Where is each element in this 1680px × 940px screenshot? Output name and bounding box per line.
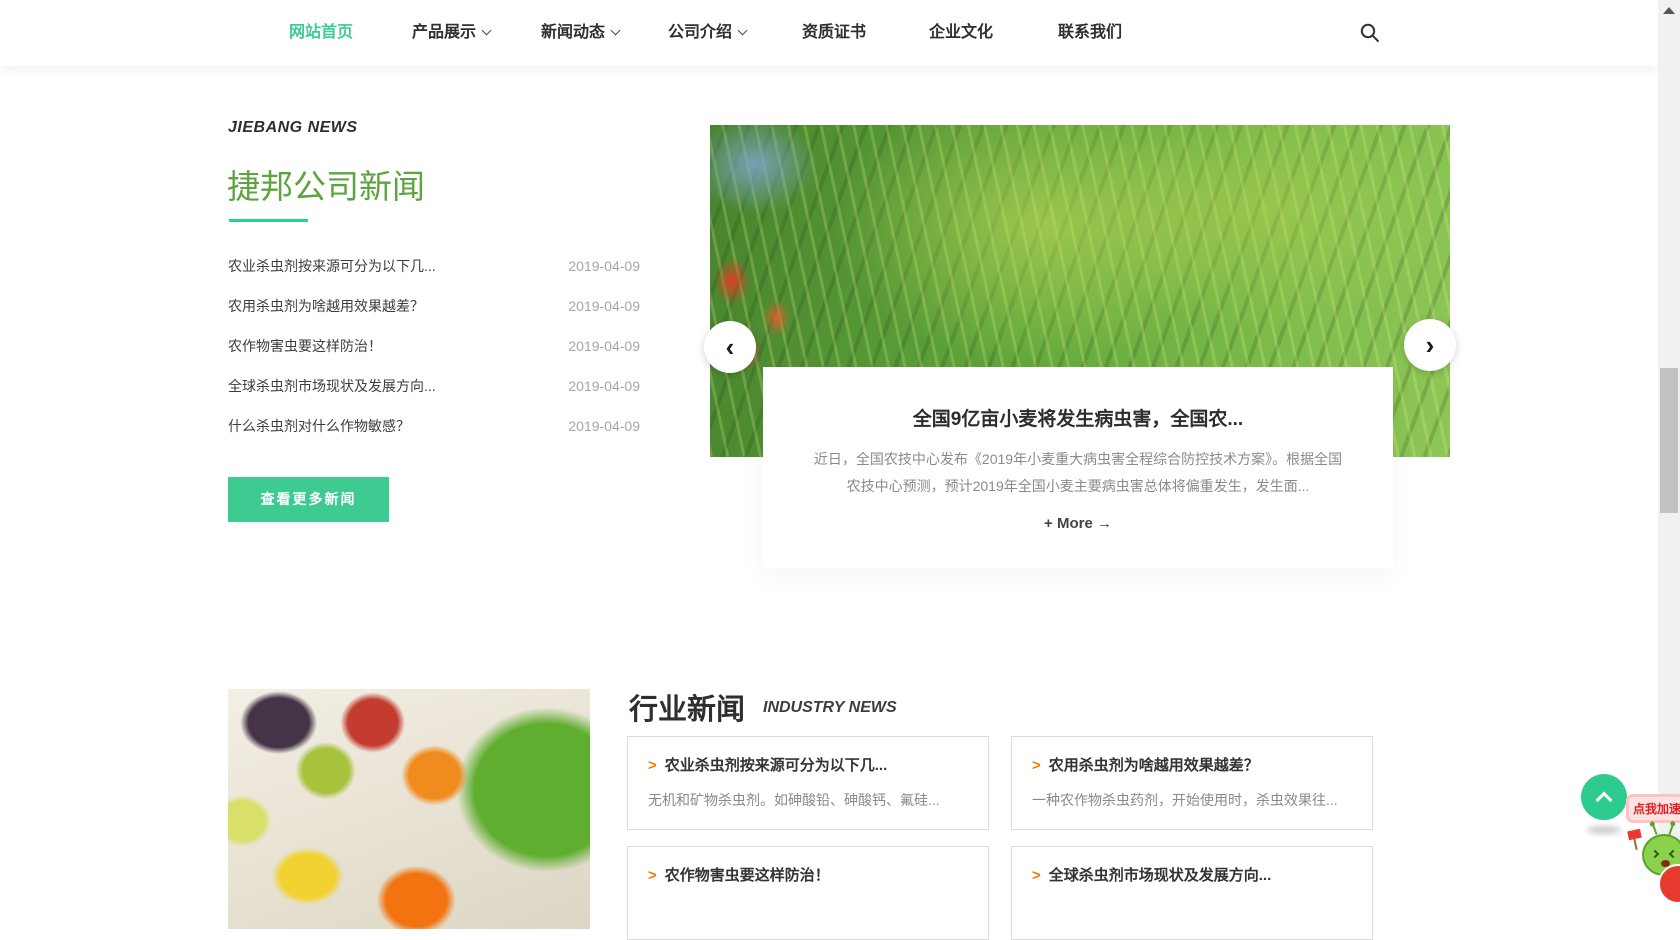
carousel-more-link[interactable]: + More →	[763, 515, 1393, 532]
mascot-eye	[1651, 850, 1659, 858]
industry-card-title-row: > 农用杀虫剂为啥越用效果越差？	[1012, 737, 1372, 775]
nav-item-label: 网站首页	[289, 24, 353, 41]
carousel-news-card: 全国9亿亩小麦将发生病虫害，全国农... 近日，全国农技中心发布《2019年小麦…	[763, 367, 1393, 568]
chevron-down-icon	[482, 26, 492, 36]
mascot-antenna	[1668, 825, 1673, 835]
industry-news-card[interactable]: > 全球杀虫剂市场现状及发展方向...	[1011, 846, 1373, 940]
arrow-right-icon: >	[1032, 757, 1041, 774]
booster-badge[interactable]: 点我加速	[1629, 797, 1680, 820]
chevron-down-icon	[611, 26, 621, 36]
back-to-top-button[interactable]	[1581, 774, 1627, 820]
news-carousel: ‹ › 全国9亿亩小麦将发生病虫害，全国农... 近日，全国农技中心发布《201…	[710, 125, 1450, 457]
chevron-up-icon	[1596, 791, 1613, 808]
industry-card-title-row: > 全球杀虫剂市场现状及发展方向...	[1012, 847, 1372, 885]
industry-card-title: 农作物害虫要这样防治！	[665, 867, 830, 884]
news-item-date: 2019-04-09	[568, 298, 640, 314]
arrow-right-icon: >	[1032, 867, 1041, 884]
title-underline	[229, 219, 308, 222]
industry-card-title: 农用杀虫剂为啥越用效果越差？	[1049, 757, 1259, 774]
industry-news-card[interactable]: > 农业杀虫剂按来源可分为以下几... 无机和矿物杀虫剂。如砷酸铅、砷酸钙、氟硅.…	[627, 736, 989, 830]
news-list-item[interactable]: 全球杀虫剂市场现状及发展方向... 2019-04-09	[228, 366, 640, 406]
industry-card-excerpt: 一种农作物杀虫药剂，开始使用时，杀虫效果往...	[1012, 775, 1372, 810]
scrollbar-thumb[interactable]	[1660, 368, 1678, 513]
news-item-title: 农业杀虫剂按来源可分为以下几...	[228, 256, 436, 276]
mascot-antenna	[1652, 825, 1657, 835]
company-news-eyebrow: JIEBANG NEWS	[228, 119, 358, 137]
search-icon[interactable]	[1358, 21, 1382, 45]
nav-item-contact[interactable]: 联系我们	[1058, 0, 1122, 66]
news-item-title: 农作物害虫要这样防治！	[228, 336, 382, 356]
carousel-card-excerpt: 近日，全国农技中心发布《2019年小麦重大病虫害全程综合防控技术方案》。根据全国…	[812, 446, 1344, 500]
nav-item-label: 新闻动态	[541, 24, 605, 41]
carousel-prev-button[interactable]: ‹	[704, 321, 756, 373]
nav-item-label: 联系我们	[1058, 24, 1122, 41]
carousel-card-title[interactable]: 全国9亿亩小麦将发生病虫害，全国农...	[763, 367, 1393, 431]
nav-item-home[interactable]: 网站首页	[289, 0, 353, 66]
news-item-date: 2019-04-09	[568, 418, 640, 434]
news-list-item[interactable]: 什么杀虫剂对什么作物敏感？ 2019-04-09	[228, 406, 640, 446]
mascot-character[interactable]	[1632, 822, 1680, 882]
chevron-left-icon: ‹	[726, 334, 735, 360]
news-item-date: 2019-04-09	[568, 378, 640, 394]
view-more-news-button[interactable]: 查看更多新闻	[228, 477, 389, 522]
news-item-title: 全球杀虫剂市场现状及发展方向...	[228, 376, 436, 396]
nav-item-label: 企业文化	[929, 24, 993, 41]
scrollbar-up-arrow[interactable]	[1663, 7, 1675, 14]
carousel-next-button[interactable]: ›	[1404, 319, 1456, 371]
nav-item-culture[interactable]: 企业文化	[929, 0, 993, 66]
news-item-date: 2019-04-09	[568, 258, 640, 274]
nav-item-news[interactable]: 新闻动态	[541, 0, 619, 66]
nav-item-label: 公司介绍	[668, 24, 732, 41]
nav-item-products[interactable]: 产品展示	[412, 0, 490, 66]
top-navbar: 网站首页 产品展示 新闻动态 公司介绍 资质证书 企业文化 联系我们	[0, 0, 1658, 66]
fruits-vegetables-image	[228, 689, 590, 929]
industry-card-title-row: > 农作物害虫要这样防治！	[628, 847, 988, 885]
news-list-item[interactable]: 农业杀虫剂按来源可分为以下几... 2019-04-09	[228, 246, 640, 286]
arrow-right-icon: >	[648, 867, 657, 884]
nav-item-label: 资质证书	[802, 24, 866, 41]
page-scrollbar[interactable]	[1658, 0, 1680, 871]
mascot-eye	[1669, 850, 1677, 858]
industry-card-title: 全球杀虫剂市场现状及发展方向...	[1049, 867, 1272, 884]
nav-item-company[interactable]: 公司介绍	[668, 0, 746, 66]
back-to-top-shadow	[1587, 826, 1621, 834]
company-news-list: 农业杀虫剂按来源可分为以下几... 2019-04-09 农用杀虫剂为啥越用效果…	[228, 246, 640, 446]
news-item-title: 什么杀虫剂对什么作物敏感？	[228, 416, 410, 436]
nav-item-certificates[interactable]: 资质证书	[802, 0, 866, 66]
nav-item-label: 产品展示	[412, 24, 476, 41]
industry-news-card[interactable]: > 农用杀虫剂为啥越用效果越差？ 一种农作物杀虫药剂，开始使用时，杀虫效果往...	[1011, 736, 1373, 830]
industry-news-subtitle: INDUSTRY NEWS	[763, 699, 897, 717]
industry-news-title: 行业新闻	[629, 686, 745, 728]
news-item-title: 农用杀虫剂为啥越用效果越差？	[228, 296, 424, 316]
industry-card-title-row: > 农业杀虫剂按来源可分为以下几...	[628, 737, 988, 775]
news-item-date: 2019-04-09	[568, 338, 640, 354]
red-flag-icon	[1627, 829, 1642, 841]
industry-card-excerpt: 无机和矿物杀虫剂。如砷酸铅、砷酸钙、氟硅...	[628, 775, 988, 810]
news-list-item[interactable]: 农用杀虫剂为啥越用效果越差？ 2019-04-09	[228, 286, 640, 326]
industry-news-card[interactable]: > 农作物害虫要这样防治！	[627, 846, 989, 940]
chevron-right-icon: ›	[1426, 332, 1435, 358]
chevron-down-icon	[738, 26, 748, 36]
arrow-right-icon: >	[648, 757, 657, 774]
news-list-item[interactable]: 农作物害虫要这样防治！ 2019-04-09	[228, 326, 640, 366]
company-news-title: 捷邦公司新闻	[227, 160, 425, 208]
industry-card-title: 农业杀虫剂按来源可分为以下几...	[665, 757, 888, 774]
